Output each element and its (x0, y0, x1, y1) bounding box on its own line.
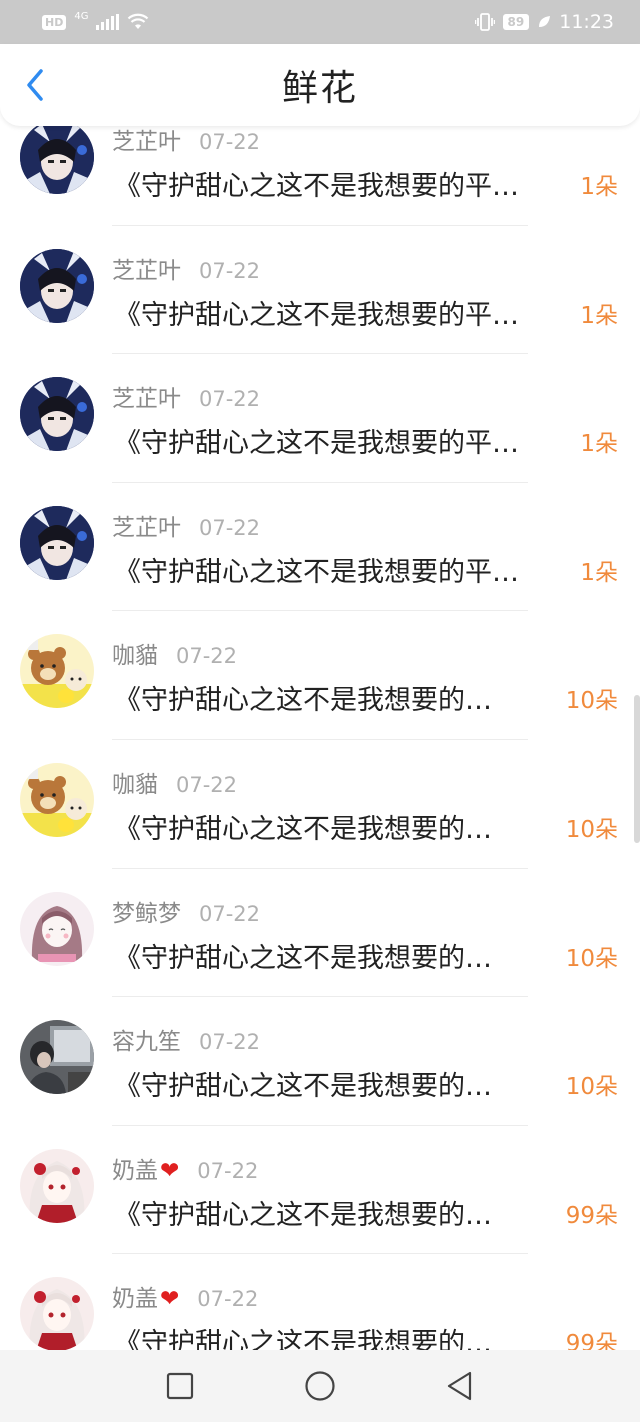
date: 07-22 (199, 130, 261, 154)
date: 07-22 (199, 901, 261, 926)
book-title[interactable]: 《守护甜心之这不是我想要的平… (114, 550, 544, 589)
date: 07-22 (199, 258, 261, 283)
date: 07-22 (199, 515, 261, 540)
nav-bar: 鲜花 (0, 44, 640, 126)
status-bar: HD 4G 89 11:23 (0, 0, 640, 44)
username: 芝芷叶 (112, 514, 181, 541)
date: 07-22 (197, 1287, 259, 1312)
list-item[interactable]: 奶盖❤ 07-22 《守护甜心之这不是我想要的… 99朵 (0, 1254, 640, 1350)
flower-count: 1朵 (580, 174, 618, 200)
date: 07-22 (197, 1158, 259, 1183)
avatar[interactable] (20, 248, 94, 323)
flower-count: 10朵 (565, 688, 618, 715)
book-title[interactable]: 《守护甜心之这不是我想要的… (114, 1064, 544, 1103)
back-button[interactable] (18, 68, 52, 102)
book-title[interactable]: 《守护甜心之这不是我想要的… (114, 678, 544, 717)
avatar[interactable] (20, 505, 94, 580)
flower-count: 10朵 (565, 1074, 618, 1101)
square-icon (166, 1372, 194, 1400)
book-title[interactable]: 《守护甜心之这不是我想要的平… (114, 164, 544, 203)
status-right: 89 11:23 (474, 11, 614, 33)
item-meta: 容九笙 07-22 (112, 1022, 260, 1056)
network-type: 4G (74, 10, 89, 22)
date: 07-22 (199, 1030, 261, 1055)
list-item[interactable]: 芝芷叶 07-22 《守护甜心之这不是我想要的平… 1朵 (0, 483, 640, 612)
recent-apps-button[interactable] (158, 1364, 202, 1408)
flower-count: 1朵 (580, 431, 618, 458)
status-left: HD 4G (42, 10, 149, 31)
flower-list[interactable]: 芝芷叶 07-22 《守护甜心之这不是我想要的平… 1朵 芝芷叶 07-22 《守护甜心之这… (0, 126, 640, 1350)
vibrate-icon (474, 13, 495, 31)
item-meta: 芝芷叶 07-22 (112, 508, 260, 542)
username: 芝芷叶 (112, 257, 181, 284)
avatar[interactable] (20, 634, 94, 709)
item-meta: 芝芷叶 07-22 (112, 251, 260, 285)
username: 奶盖❤ (112, 1286, 180, 1313)
item-meta: 咖貓 07-22 (112, 636, 237, 670)
list-item[interactable]: 奶盖❤ 07-22 《守护甜心之这不是我想要的… 99朵 (0, 1126, 640, 1255)
username: 容九笙 (112, 1029, 181, 1056)
item-meta: 奶盖❤ 07-22 (112, 1151, 258, 1185)
signal-icon (96, 14, 120, 30)
username: 奶盖❤ (112, 1157, 180, 1184)
flower-count: 10朵 (565, 816, 618, 843)
list-item[interactable]: 咖貓 07-22 《守护甜心之这不是我想要的… 10朵 (0, 611, 640, 740)
avatar[interactable] (20, 891, 94, 966)
avatar[interactable] (20, 1277, 94, 1350)
book-title[interactable]: 《守护甜心之这不是我想要的平… (114, 293, 544, 332)
list-item[interactable]: 芝芷叶 07-22 《守护甜心之这不是我想要的平… 1朵 (0, 354, 640, 483)
avatar[interactable] (20, 1020, 94, 1095)
item-meta: 梦鲸梦 07-22 (112, 894, 260, 928)
date: 07-22 (199, 387, 261, 412)
avatar[interactable] (20, 1148, 94, 1223)
flower-count: 1朵 (580, 559, 618, 586)
date: 07-22 (176, 644, 238, 669)
flower-count: 99朵 (565, 1331, 618, 1350)
system-nav-bar (0, 1350, 640, 1422)
username: 芝芷叶 (112, 129, 181, 155)
book-title[interactable]: 《守护甜心之这不是我想要的… (114, 1321, 544, 1350)
username: 咖貓 (112, 771, 158, 798)
flower-count: 10朵 (565, 945, 618, 972)
flower-list-inner: 芝芷叶 07-22 《守护甜心之这不是我想要的平… 1朵 芝芷叶 07-22 《守护甜心之这… (0, 126, 640, 1350)
list-item[interactable]: 芝芷叶 07-22 《守护甜心之这不是我想要的平… 1朵 (0, 226, 640, 355)
item-meta: 咖貓 07-22 (112, 765, 237, 799)
page-title: 鲜花 (281, 68, 358, 109)
avatar[interactable] (20, 377, 94, 452)
triangle-back-icon (447, 1371, 472, 1401)
book-title[interactable]: 《守护甜心之这不是我想要的… (114, 807, 544, 846)
heart-icon: ❤ (160, 1286, 180, 1313)
username: 梦鲸梦 (112, 900, 181, 927)
system-back-button[interactable] (438, 1364, 482, 1408)
avatar[interactable] (20, 762, 94, 837)
battery-indicator: 89 (502, 14, 530, 30)
item-meta: 芝芷叶 07-22 (112, 126, 260, 156)
date: 07-22 (176, 772, 238, 797)
username: 咖貓 (112, 643, 158, 670)
item-meta: 奶盖❤ 07-22 (112, 1279, 258, 1313)
list-item[interactable]: 梦鲸梦 07-22 《守护甜心之这不是我想要的… 10朵 (0, 869, 640, 998)
item-meta: 芝芷叶 07-22 (112, 379, 260, 413)
heart-icon: ❤ (160, 1157, 180, 1184)
book-title[interactable]: 《守护甜心之这不是我想要的… (114, 1193, 544, 1232)
clock: 11:23 (559, 11, 614, 33)
book-title[interactable]: 《守护甜心之这不是我想要的平… (114, 421, 544, 460)
hd-badge: HD (42, 14, 67, 30)
flower-count: 99朵 (565, 1202, 618, 1229)
flower-count: 1朵 (580, 302, 618, 329)
home-button[interactable] (298, 1364, 342, 1408)
list-item[interactable]: 咖貓 07-22 《守护甜心之这不是我想要的… 10朵 (0, 740, 640, 869)
wifi-icon (128, 13, 149, 29)
list-item[interactable]: 芝芷叶 07-22 《守护甜心之这不是我想要的平… 1朵 (0, 126, 640, 226)
circle-icon (305, 1371, 335, 1401)
book-title[interactable]: 《守护甜心之这不是我想要的… (114, 936, 544, 975)
username: 芝芷叶 (112, 386, 181, 413)
chevron-left-icon (27, 69, 43, 101)
leaf-icon (539, 16, 551, 27)
scrollbar[interactable] (634, 695, 640, 843)
avatar[interactable] (20, 126, 94, 194)
list-item[interactable]: 容九笙 07-22 《守护甜心之这不是我想要的… 10朵 (0, 997, 640, 1126)
